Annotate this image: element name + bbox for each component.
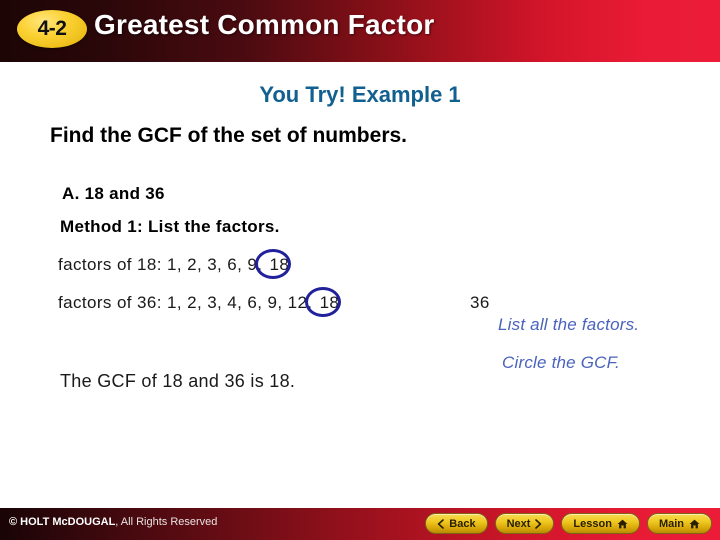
next-button-label: Next [506, 517, 531, 530]
back-button-label: Back [449, 517, 476, 530]
circled-gcf-18-second: 18 [305, 287, 342, 317]
main-home-button-label: Main [658, 517, 684, 530]
factors-of-18-list: factors of 18: 1, 2, 3, 6, 9, [58, 255, 263, 274]
circled-gcf-18-second-value: 18 [319, 293, 340, 312]
copyright-notice: © HOLT McDOUGAL, All Rights Reserved [9, 516, 217, 528]
annotation-list-all-factors: List all the factors. [498, 315, 640, 334]
main-home-button[interactable]: Main [646, 513, 712, 534]
chevron-right-icon [535, 518, 542, 529]
home-icon [689, 519, 700, 529]
slide-content-area: You Try! Example 1 Find the GCF of the s… [0, 62, 720, 508]
slide-footer: © HOLT McDOUGAL, All Rights Reserved Bac… [0, 508, 720, 540]
example-heading: You Try! Example 1 [259, 82, 461, 107]
factors-of-36-list: factors of 36: 1, 2, 3, 4, 6, 9, 12, [58, 293, 313, 312]
page-title: Greatest Common Factor [94, 9, 435, 40]
lesson-home-button[interactable]: Lesson [561, 513, 640, 534]
copyright-brand: © HOLT McDOUGAL [9, 516, 116, 528]
back-button[interactable]: Back [425, 513, 488, 534]
copyright-rights: , All Rights Reserved [115, 516, 218, 528]
circled-gcf-18-first: 18 [255, 249, 292, 279]
home-icon [617, 519, 628, 529]
chevron-left-icon [437, 518, 445, 529]
factors-of-36-trailing-value: 36 [470, 293, 490, 312]
lesson-home-button-label: Lesson [573, 517, 612, 530]
lesson-number-badge: 4-2 [17, 10, 87, 48]
problem-part-label: A. 18 and 36 [62, 184, 165, 203]
navigation-button-group: Back Next Lesson Main [425, 513, 712, 534]
method-label: Method 1: List the factors. [60, 217, 280, 236]
problem-instruction: Find the GCF of the set of numbers. [50, 124, 407, 147]
lesson-number-label: 4-2 [37, 17, 67, 40]
circled-gcf-18-first-value: 18 [269, 255, 290, 274]
annotation-circle-the-gcf: Circle the GCF. [502, 353, 620, 372]
slide-header: 4-2 Greatest Common Factor [0, 0, 720, 62]
factors-of-36-line: factors of 36: 1, 2, 3, 4, 6, 9, 12, 18 [58, 287, 342, 317]
conclusion-statement: The GCF of 18 and 36 is 18. [60, 371, 296, 391]
factors-of-18-line: factors of 18: 1, 2, 3, 6, 9, 18 [58, 249, 292, 279]
next-button[interactable]: Next [494, 513, 555, 534]
